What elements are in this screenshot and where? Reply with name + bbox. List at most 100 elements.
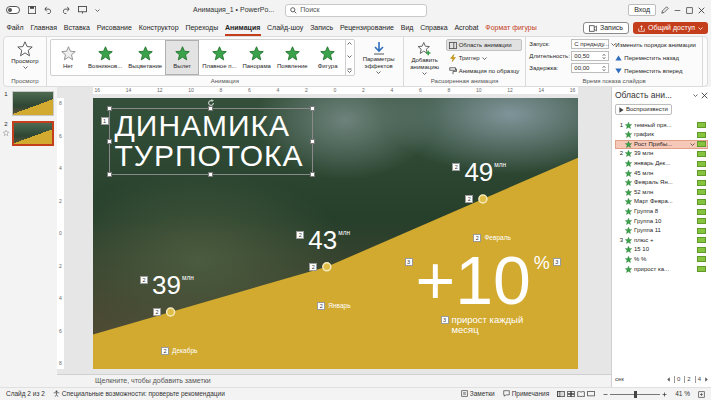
search-input[interactable]: [300, 6, 422, 14]
slide-thumbnail-row[interactable]: 2: [3, 121, 54, 146]
redo-icon[interactable]: [61, 6, 70, 14]
ribbon-tab[interactable]: Главная: [27, 20, 60, 36]
minimize-icon[interactable]: [674, 7, 681, 14]
time-spinner[interactable]: 00,00: [571, 63, 609, 73]
spinner-icon[interactable]: [602, 53, 606, 60]
animation-item[interactable]: Март Февра...: [615, 197, 708, 207]
move-later-button[interactable]: Переместить вперед: [612, 65, 699, 77]
undo-icon[interactable]: [44, 6, 53, 14]
reading-view-icon[interactable]: [577, 391, 585, 397]
comments-button[interactable]: Примечания: [503, 390, 550, 398]
dropdown-icon[interactable]: [611, 43, 616, 46]
chart-point[interactable]: [322, 263, 330, 271]
redo-icon[interactable]: [61, 6, 70, 14]
gallery-more-icon[interactable]: [347, 68, 352, 73]
slide[interactable]: ДИНАМИКАТУРПОТОКА1239млн22Декабрь243млн2…: [93, 98, 578, 369]
start-dropdown[interactable]: С предыду...: [571, 39, 609, 49]
share-menu-icon[interactable]: [698, 27, 703, 30]
ribbon-tab[interactable]: Запись: [307, 20, 337, 36]
time-spinner[interactable]: 00,50: [571, 51, 609, 61]
slide-thumbnail[interactable]: [12, 91, 54, 116]
sign-in-button[interactable]: Вход: [628, 4, 656, 16]
save-icon[interactable]: [28, 6, 36, 14]
resize-handle[interactable]: [310, 139, 315, 144]
timeline-right-icon[interactable]: [705, 377, 708, 382]
animation-item[interactable]: график: [615, 130, 708, 140]
preview-menu-icon[interactable]: [23, 66, 28, 69]
normal-view-icon[interactable]: [557, 391, 565, 397]
minimize-icon[interactable]: [674, 7, 681, 14]
slideshow-view-icon[interactable]: [587, 391, 595, 397]
dropdown-icon[interactable]: [611, 43, 616, 46]
pane-close-icon[interactable]: [701, 92, 708, 99]
ribbon-tab[interactable]: Acrobat: [451, 20, 482, 36]
ribbon-tab[interactable]: Вставка: [60, 20, 93, 36]
animation-item[interactable]: 15 10: [615, 245, 708, 255]
zoom-in-icon[interactable]: [662, 392, 667, 397]
animation-item[interactable]: 1темный пря...: [615, 120, 708, 130]
resize-handle[interactable]: [107, 172, 112, 177]
record-button[interactable]: Запись: [583, 22, 629, 34]
ribbon-tab[interactable]: Слайд-шоу: [264, 20, 307, 36]
animation-item[interactable]: Группа 10: [615, 216, 708, 226]
save-icon[interactable]: [28, 6, 36, 14]
animation-item[interactable]: Группа 11: [615, 226, 708, 236]
rotate-handle-icon[interactable]: [207, 99, 215, 107]
search-box[interactable]: [285, 4, 427, 17]
notes-placeholder[interactable]: Щелкните, чтобы добавить заметки: [95, 377, 211, 385]
effect-item[interactable]: Плавное п...: [199, 40, 239, 75]
customize-toolbar-icon[interactable]: [95, 9, 100, 12]
chart-point[interactable]: [478, 195, 486, 203]
effect-item[interactable]: Появление: [274, 40, 311, 75]
advanced-command[interactable]: Триггер: [446, 52, 523, 64]
zoom-level[interactable]: 41 %: [675, 390, 690, 398]
add-animation-menu-icon[interactable]: [422, 72, 427, 75]
share-menu-icon[interactable]: [698, 27, 703, 30]
close-window-icon[interactable]: [698, 7, 705, 14]
timeline-right-icon[interactable]: [705, 377, 708, 382]
pen-icon[interactable]: [661, 6, 669, 14]
sorter-view-icon[interactable]: [567, 391, 575, 397]
close-window-icon[interactable]: [698, 7, 705, 14]
timeline-left-icon[interactable]: [667, 377, 670, 382]
zoom-out-icon[interactable]: [603, 392, 608, 397]
autosave-toggle-icon[interactable]: [6, 6, 20, 14]
spinner-icon[interactable]: [602, 65, 606, 72]
ribbon-tab[interactable]: Файл: [3, 20, 27, 36]
slideshow-icon[interactable]: [78, 6, 87, 14]
resize-handle[interactable]: [310, 172, 315, 177]
autosave-toggle-icon[interactable]: [6, 6, 20, 14]
zoom-knob[interactable]: [634, 391, 637, 398]
notes-area[interactable]: Щелкните, чтобы добавить заметки: [57, 374, 611, 387]
ribbon-tab[interactable]: Конструктор: [135, 20, 182, 36]
add-animation-button[interactable]: Добавить анимацию: [407, 39, 443, 77]
slideshow-icon[interactable]: [78, 6, 87, 14]
accessibility-status[interactable]: Специальные возможности: проверьте реком…: [53, 390, 225, 398]
slideshow-view-icon[interactable]: [587, 391, 595, 397]
animation-item[interactable]: 3плюс +: [615, 236, 708, 246]
add-animation-menu-icon[interactable]: [422, 72, 427, 75]
zoom-slider[interactable]: [610, 394, 660, 395]
animation-item[interactable]: 239 млн: [615, 149, 708, 159]
ribbon-tab[interactable]: Формат фигуры: [482, 20, 540, 36]
spinner-icon[interactable]: [602, 53, 606, 60]
ribbon-tab[interactable]: Справка: [417, 20, 451, 36]
effect-item[interactable]: Нет: [51, 40, 85, 75]
pane-options-icon[interactable]: [693, 94, 698, 97]
effect-options-menu-icon[interactable]: [376, 71, 381, 74]
gallery-more-icon[interactable]: [347, 68, 352, 73]
ribbon-tab[interactable]: Переходы: [182, 20, 222, 36]
resize-handle[interactable]: [208, 172, 213, 177]
slide-thumbnail-row[interactable]: 1: [3, 91, 54, 116]
gallery-down-icon[interactable]: [347, 55, 352, 58]
pane-close-icon[interactable]: [701, 92, 708, 99]
trigger-menu-icon[interactable]: [482, 57, 487, 60]
item-menu-icon[interactable]: [690, 143, 695, 146]
effect-item[interactable]: Фигура: [311, 40, 345, 75]
undo-icon[interactable]: [44, 6, 53, 14]
gallery-up-icon[interactable]: [347, 42, 352, 45]
animation-item[interactable]: Рост Прибы...: [615, 140, 708, 150]
resize-handle[interactable]: [208, 106, 213, 111]
play-button[interactable]: Воспроизвести: [615, 104, 672, 115]
resize-handle[interactable]: [310, 106, 315, 111]
